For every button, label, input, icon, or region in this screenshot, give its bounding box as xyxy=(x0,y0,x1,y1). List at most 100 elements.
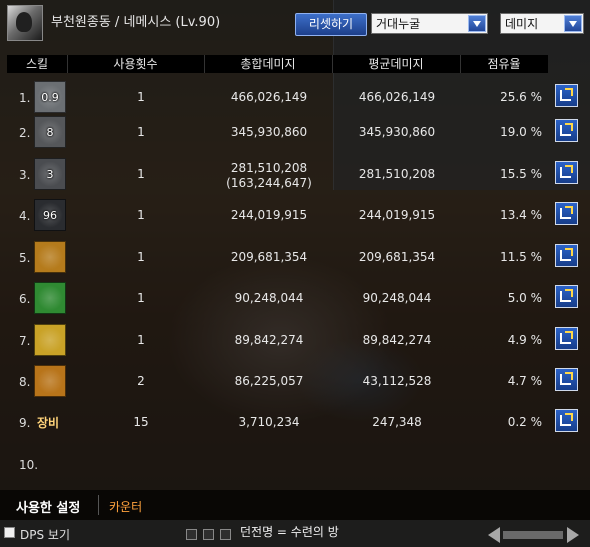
col-uses: 사용횟수 xyxy=(113,57,158,71)
share-icon[interactable] xyxy=(555,161,578,184)
share-icon[interactable] xyxy=(555,244,578,267)
col-total: 총합데미지 xyxy=(240,57,296,71)
use-count: 1 xyxy=(137,90,145,104)
dungeon-select[interactable]: 거대누굴 xyxy=(371,13,488,34)
share-icon[interactable] xyxy=(555,285,578,308)
tab-used-settings[interactable]: 사용한 설정 xyxy=(16,497,80,516)
total-damage: 345,930,860 xyxy=(230,125,308,139)
burst-skill-icon xyxy=(34,324,66,356)
thorn-skill-icon xyxy=(34,282,66,314)
calendar-icon[interactable] xyxy=(186,529,197,540)
use-count: 15 xyxy=(133,415,149,429)
share-percent: 11.5 % xyxy=(500,250,542,264)
vortex-skill-icon xyxy=(34,365,66,397)
tab-counter[interactable]: 카운터 xyxy=(109,498,142,515)
table-row: 2. 8 1 345,930,860 345,930,860 19.0 % xyxy=(0,113,590,153)
average-damage: 43,112,528 xyxy=(362,374,432,388)
row-number: 5. xyxy=(19,251,31,265)
divider xyxy=(67,55,68,73)
average-damage: 89,842,274 xyxy=(362,333,432,347)
shadow-skill-icon: 3 xyxy=(34,158,66,190)
col-share: 점유율 xyxy=(487,57,521,71)
table-row: 5. 1 209,681,354 209,681,354 11.5 % xyxy=(0,238,590,278)
use-count: 1 xyxy=(137,125,145,139)
row-number: 4. xyxy=(19,209,31,223)
share-percent: 4.7 % xyxy=(507,374,542,388)
row-number: 6. xyxy=(19,292,31,306)
average-damage: 90,248,044 xyxy=(362,291,432,305)
col-skill: 스킬 xyxy=(25,57,49,71)
average-damage: 209,681,354 xyxy=(358,250,436,264)
equipment-label: 장비 xyxy=(37,416,60,430)
character-name: 부천원종동 / 네메시스 (Lv.90) xyxy=(51,15,221,30)
total-damage: 86,225,057 xyxy=(234,374,304,388)
total-damage: 466,026,149 xyxy=(230,90,308,104)
table-row: 6. 1 90,248,044 90,248,044 5.0 % xyxy=(0,279,590,319)
average-damage: 244,019,915 xyxy=(358,208,436,222)
share-icon[interactable] xyxy=(555,327,578,350)
total-damage: 90,248,044 xyxy=(234,291,304,305)
reset-button[interactable]: 리셋하기 xyxy=(295,13,367,36)
use-count: 2 xyxy=(137,374,145,388)
col-avg: 평균데미지 xyxy=(368,57,424,71)
divider xyxy=(332,55,333,73)
arrow-right-icon[interactable] xyxy=(567,527,579,543)
total-damage-value: 281,510,208 xyxy=(230,161,308,175)
tab-bar: 사용한 설정 카운터 xyxy=(0,490,590,520)
table-row: 9. 장비 15 3,710,234 247,348 0.2 % xyxy=(0,403,590,443)
row-number: 8. xyxy=(19,375,31,389)
share-icon[interactable] xyxy=(555,84,578,107)
divider xyxy=(204,55,205,73)
skill-level: 8 xyxy=(46,126,54,139)
gear-skill-icon: 0.9 xyxy=(34,81,66,113)
use-count: 1 xyxy=(137,167,145,181)
use-count: 1 xyxy=(137,250,145,264)
metric-select[interactable]: 데미지 xyxy=(500,13,584,34)
table-header: 스킬 사용횟수 총합데미지 평균데미지 점유율 xyxy=(7,55,548,73)
average-damage: 345,930,860 xyxy=(358,125,436,139)
skill-level: 96 xyxy=(43,209,57,222)
divider xyxy=(460,55,461,73)
grid-icon[interactable] xyxy=(203,529,214,540)
share-icon[interactable] xyxy=(555,202,578,225)
use-count: 1 xyxy=(137,208,145,222)
table-row: 1. 0.9 1 466,026,149 466,026,149 25.6 % xyxy=(0,78,590,118)
share-percent: 15.5 % xyxy=(500,167,542,181)
table-row: 7. 1 89,842,274 89,842,274 4.9 % xyxy=(0,321,590,361)
arrow-left-icon[interactable] xyxy=(488,527,500,543)
spiked-skill-icon: 8 xyxy=(34,116,66,148)
table-row: 4. 96 1 244,019,915 244,019,915 13.4 % xyxy=(0,196,590,236)
total-damage: 209,681,354 xyxy=(230,250,308,264)
scrollbar[interactable] xyxy=(503,531,563,539)
share-percent: 5.0 % xyxy=(507,291,542,305)
average-damage: 466,026,149 xyxy=(358,90,436,104)
dungeon-name: 던전명 = 수련의 방 xyxy=(240,525,339,539)
share-icon[interactable] xyxy=(555,119,578,142)
total-damage: 3,710,234 xyxy=(238,415,300,429)
share-percent: 19.0 % xyxy=(500,125,542,139)
grid-icon[interactable] xyxy=(220,529,231,540)
chevron-down-icon[interactable] xyxy=(468,15,486,32)
table-row: 8. 2 86,225,057 43,112,528 4.7 % xyxy=(0,362,590,402)
share-icon[interactable] xyxy=(555,368,578,391)
share-percent: 25.6 % xyxy=(500,90,542,104)
use-count: 1 xyxy=(137,333,145,347)
row-number: 9. xyxy=(19,416,31,430)
chevron-down-icon[interactable] xyxy=(564,15,582,32)
share-percent: 4.9 % xyxy=(507,333,542,347)
share-icon[interactable] xyxy=(555,409,578,432)
share-percent: 13.4 % xyxy=(500,208,542,222)
header: 부천원종동 / 네메시스 (Lv.90) 리셋하기 거대누굴 데미지 xyxy=(0,0,590,44)
row-number: 1. xyxy=(19,91,31,105)
average-damage: 281,510,208 xyxy=(358,167,436,181)
character-avatar xyxy=(7,5,43,41)
total-damage: 244,019,915 xyxy=(230,208,308,222)
table-row: 10. xyxy=(0,445,590,485)
use-count: 1 xyxy=(137,291,145,305)
flame-skill-icon xyxy=(34,241,66,273)
footer: DPS 보기 던전명 = 수련의 방 xyxy=(0,520,590,547)
skill-level: 0.9 xyxy=(41,91,59,104)
dps-checkbox[interactable] xyxy=(4,527,15,538)
cross-skill-icon: 96 xyxy=(34,199,66,231)
total-damage: 89,842,274 xyxy=(234,333,304,347)
